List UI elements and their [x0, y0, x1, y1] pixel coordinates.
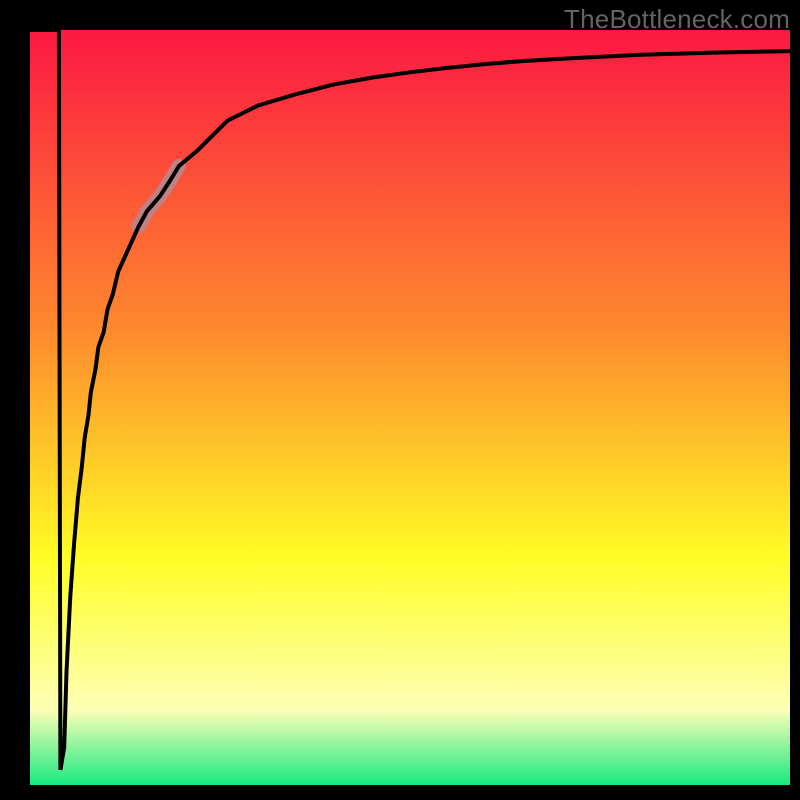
chart-frame: TheBottleneck.com — [0, 0, 800, 800]
plot-svg — [30, 30, 790, 785]
plot-area — [30, 30, 790, 785]
gradient-background — [30, 30, 790, 785]
